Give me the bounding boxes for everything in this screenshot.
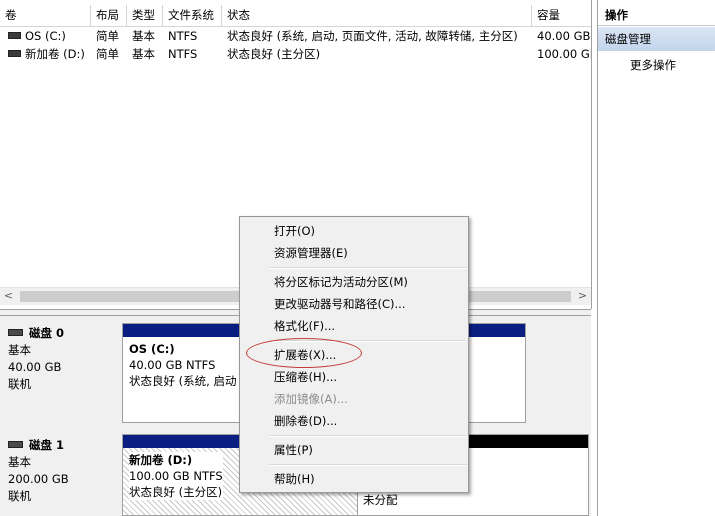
menu-item-format[interactable]: 格式化(F)... bbox=[274, 315, 335, 337]
disk-size: 40.00 GB bbox=[8, 360, 62, 374]
type-cell: 基本 bbox=[132, 47, 155, 61]
disk-name: 磁盘 1 bbox=[29, 438, 65, 452]
unallocated-label: 未分配 bbox=[363, 493, 398, 507]
actions-title: 操作 bbox=[598, 5, 715, 26]
menu-separator bbox=[270, 267, 466, 269]
partition-status: 状态良好 (主分区) bbox=[129, 485, 223, 499]
layout-cell: 简单 bbox=[96, 47, 119, 61]
menu-item-help[interactable]: 帮助(H) bbox=[274, 468, 315, 490]
disk-1-info[interactable]: 磁盘 1 基本 200.00 GB 联机 bbox=[8, 437, 116, 505]
menu-item-open[interactable]: 打开(O) bbox=[274, 220, 315, 242]
actions-pane: 操作 磁盘管理 更多操作 bbox=[597, 0, 715, 516]
disk-state: 联机 bbox=[8, 489, 31, 503]
volume-cell: 新加卷 (D:) bbox=[3, 45, 91, 63]
menu-item-explorer[interactable]: 资源管理器(E) bbox=[274, 242, 348, 264]
filesystem-cell: NTFS bbox=[168, 47, 198, 61]
volume-icon bbox=[8, 50, 21, 57]
table-row[interactable]: 新加卷 (D:) 简单 基本 NTFS 状态良好 (主分区) 100.00 GI bbox=[0, 45, 591, 63]
column-header-layout[interactable]: 布局 bbox=[91, 5, 127, 26]
column-header-capacity[interactable]: 容量 bbox=[532, 5, 591, 26]
column-header-type[interactable]: 类型 bbox=[127, 5, 163, 26]
disk-icon bbox=[8, 440, 23, 448]
menu-item-properties[interactable]: 属性(P) bbox=[274, 439, 313, 461]
scroll-left-arrow-icon[interactable]: < bbox=[0, 288, 17, 305]
menu-separator bbox=[270, 435, 466, 437]
menu-item-add-mirror: 添加镜像(A)... bbox=[274, 392, 348, 406]
disk-state: 联机 bbox=[8, 377, 31, 391]
volume-cell: OS (C:) bbox=[3, 27, 91, 45]
menu-separator bbox=[270, 340, 466, 342]
menu-item-delete-volume[interactable]: 删除卷(D)... bbox=[274, 410, 337, 432]
capacity-cell: 100.00 GI bbox=[537, 47, 591, 61]
filesystem-cell: NTFS bbox=[168, 29, 198, 43]
column-header-volume[interactable]: 卷 bbox=[0, 5, 91, 26]
type-cell: 基本 bbox=[132, 29, 155, 43]
disk-icon bbox=[8, 328, 23, 336]
context-menu: 打开(O) 资源管理器(E) 将分区标记为活动分区(M) 更改驱动器号和路径(C… bbox=[239, 216, 469, 493]
partition-title: OS (C:) bbox=[129, 342, 175, 356]
status-cell: 状态良好 (主分区) bbox=[227, 47, 321, 61]
volume-icon bbox=[8, 32, 21, 39]
more-actions-link[interactable]: 更多操作 bbox=[630, 55, 676, 75]
partition-size: 100.00 GB NTFS bbox=[129, 469, 223, 483]
menu-item-extend-volume[interactable]: 扩展卷(X)... bbox=[274, 344, 336, 366]
disk-name: 磁盘 0 bbox=[29, 326, 65, 340]
menu-item-mark-active[interactable]: 将分区标记为活动分区(M) bbox=[274, 271, 408, 293]
actions-section-disk-management[interactable]: 磁盘管理 bbox=[598, 27, 715, 51]
column-header-status[interactable]: 状态 bbox=[222, 5, 532, 26]
menu-item-shrink-volume[interactable]: 压缩卷(H)... bbox=[274, 366, 337, 388]
table-row[interactable]: OS (C:) 简单 基本 NTFS 状态良好 (系统, 启动, 页面文件, 活… bbox=[0, 27, 591, 45]
scroll-right-arrow-icon[interactable]: > bbox=[574, 288, 591, 305]
menu-separator bbox=[270, 464, 466, 466]
column-header-filesystem[interactable]: 文件系统 bbox=[163, 5, 222, 26]
menu-item-change-drive-letter[interactable]: 更改驱动器号和路径(C)... bbox=[274, 293, 405, 315]
disk-kind: 基本 bbox=[8, 455, 31, 469]
disk-0-info[interactable]: 磁盘 0 基本 40.00 GB 联机 bbox=[8, 325, 116, 393]
status-cell: 状态良好 (系统, 启动, 页面文件, 活动, 故障转储, 主分区) bbox=[227, 29, 518, 43]
partition-title: 新加卷 (D:) bbox=[129, 453, 193, 467]
volume-list-header: 卷 布局 类型 文件系统 状态 容量 bbox=[0, 5, 591, 27]
disk-size: 200.00 GB bbox=[8, 472, 69, 486]
disk-kind: 基本 bbox=[8, 343, 31, 357]
capacity-cell: 40.00 GB bbox=[537, 29, 591, 43]
layout-cell: 简单 bbox=[96, 29, 119, 43]
partition-size: 40.00 GB NTFS bbox=[129, 358, 216, 372]
partition-status: 状态良好 (系统, 启动 bbox=[129, 374, 237, 388]
